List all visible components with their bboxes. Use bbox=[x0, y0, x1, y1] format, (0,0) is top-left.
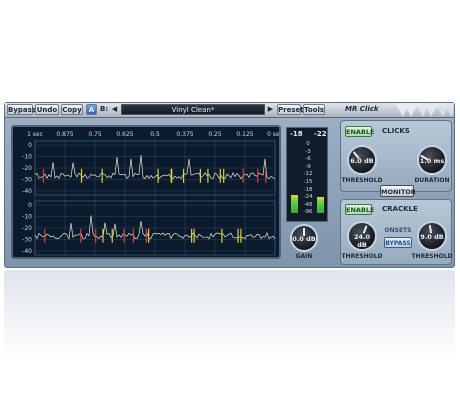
time-tick-label: 1 sec bbox=[27, 131, 43, 138]
level-tick-label: -20 bbox=[22, 225, 32, 232]
onsets-threshold-knob[interactable]: 9.0 dB bbox=[417, 221, 447, 251]
level-tick-label: -40 bbox=[22, 248, 32, 255]
clicks-duration-label: DURATION bbox=[414, 177, 450, 184]
level-tick-label: -40 bbox=[22, 188, 32, 195]
preset-name-display[interactable]: Vinyl Clean* bbox=[121, 104, 265, 115]
toolbar: Bypass Undo Copy A B: ◀ Vinyl Clean* ▶ P… bbox=[5, 103, 454, 118]
waveform-graph: 1 sec 0.875 0.75 0.625 0.5 0.375 0.25 0.125 0 se… bbox=[11, 125, 281, 259]
plugin-title: MR Click bbox=[345, 105, 379, 113]
time-tick-label: 0 sec bbox=[267, 131, 279, 138]
time-tick-label: 0.875 bbox=[56, 131, 73, 138]
meter-scale-label: -6 bbox=[305, 156, 311, 163]
preset-prev-arrow-icon[interactable]: ◀ bbox=[110, 104, 119, 115]
meter-scale-label: -3 bbox=[305, 148, 311, 155]
time-tick-label: 0.75 bbox=[88, 131, 102, 138]
gain-value: 0.0 dB bbox=[292, 235, 316, 243]
plugin-window: Bypass Undo Copy A B: ◀ Vinyl Clean* ▶ P… bbox=[4, 102, 455, 268]
onsets-threshold-label: THRESHOLD bbox=[411, 253, 453, 260]
preset-menu-button[interactable]: Preset bbox=[277, 104, 304, 115]
meter-scale-label: 0 bbox=[306, 141, 310, 147]
crackle-threshold-label: THRESHOLD bbox=[341, 253, 383, 260]
meter-scale-label: -15 bbox=[303, 179, 313, 185]
clicks-title: CLICKS bbox=[382, 127, 410, 135]
level-tick-label: -10 bbox=[22, 214, 32, 221]
meter-scale-label: -18 bbox=[303, 186, 313, 193]
onsets-bypass-button[interactable]: BYPASS bbox=[384, 237, 412, 248]
level-tick-label: 0 bbox=[28, 142, 32, 149]
undo-button[interactable]: Undo bbox=[35, 104, 59, 115]
level-tick-label: -30 bbox=[22, 237, 32, 244]
bypass-button[interactable]: Bypass bbox=[7, 104, 36, 115]
clicks-duration-knob[interactable]: 1.0 ms bbox=[417, 145, 447, 175]
time-tick-label: 0.375 bbox=[176, 131, 193, 138]
time-tick-label: 0.25 bbox=[208, 131, 222, 138]
plugin-reflection bbox=[4, 270, 455, 390]
monitor-button[interactable]: MONITOR bbox=[380, 185, 416, 197]
clicks-enable-button[interactable]: ENABLE bbox=[345, 126, 374, 137]
meter-left-peak: -18 bbox=[290, 130, 303, 138]
copy-button[interactable]: Copy bbox=[61, 104, 83, 115]
clicks-threshold-knob[interactable]: 6.0 dB bbox=[347, 145, 377, 175]
level-tick-label: -20 bbox=[22, 165, 32, 172]
level-tick-label: -10 bbox=[22, 154, 32, 161]
time-tick-label: 0.5 bbox=[150, 131, 160, 138]
onsets-threshold-value: 9.0 dB bbox=[420, 233, 444, 241]
ab-b-label[interactable]: B: bbox=[100, 104, 108, 115]
ab-toggle-button[interactable]: A bbox=[86, 104, 97, 115]
level-tick-label: -30 bbox=[22, 177, 32, 184]
preset-next-arrow-icon[interactable]: ▶ bbox=[266, 104, 275, 115]
crackle-threshold-value: 24.0 dB bbox=[353, 233, 371, 249]
waves-logo-icon bbox=[395, 103, 453, 117]
clicks-threshold-value: 6.0 dB bbox=[350, 157, 374, 165]
level-tick-label: 0 bbox=[28, 202, 32, 209]
gain-label: GAIN bbox=[295, 253, 313, 260]
meter-scale-label: -9 bbox=[305, 163, 311, 170]
meter-right-bar bbox=[317, 197, 324, 213]
meter-scale-label: -48 bbox=[303, 201, 313, 208]
tools-menu-button[interactable]: Tools bbox=[303, 104, 325, 115]
clicks-threshold-label: THRESHOLD bbox=[341, 177, 383, 184]
time-tick-label: 0.125 bbox=[236, 131, 253, 138]
meter-scale-label: -24 bbox=[303, 194, 313, 201]
crackle-title: CRACKLE bbox=[382, 205, 418, 213]
onsets-label: ONSETS bbox=[384, 227, 412, 234]
meter-left-bar bbox=[291, 195, 298, 213]
gain-knob[interactable]: 0.0 dB bbox=[290, 224, 318, 252]
meter-scale-label: -96 bbox=[303, 209, 313, 216]
clicks-duration-value: 1.0 ms bbox=[419, 157, 445, 165]
time-tick-label: 0.625 bbox=[116, 131, 133, 138]
crackle-enable-button[interactable]: ENABLE bbox=[345, 204, 374, 215]
output-meter: -18 -22 0 -3 -6 -9 -12 -15 -18 -24 -48 -96 bbox=[286, 127, 328, 222]
waveform-graph-svg: 1 sec 0.875 0.75 0.625 0.5 0.375 0.25 0.125 0 se… bbox=[22, 131, 279, 256]
meter-scale-label: -12 bbox=[303, 171, 313, 178]
meter-right-peak: -22 bbox=[314, 130, 327, 138]
crackle-threshold-knob[interactable]: 24.0 dB bbox=[347, 221, 377, 251]
